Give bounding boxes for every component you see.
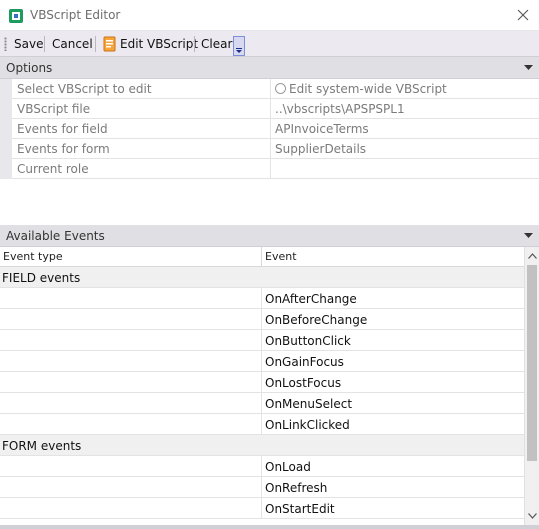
event-type-cell: FIELD events [2,271,81,285]
table-row[interactable]: OnLoad [0,456,524,477]
options-header[interactable]: Options [0,57,539,79]
option-row-select-vbscript: Select VBScript to edit Edit system-wide… [0,79,539,99]
toolbar-overflow-button[interactable] [233,36,245,56]
event-cell: OnBeforeChange [261,309,524,330]
event-cell: OnGainFocus [261,351,524,372]
option-name: Select VBScript to edit [17,82,152,96]
table-row[interactable]: FORM events [0,435,524,456]
row-gutter [0,99,12,119]
toolbar-separator [194,36,195,52]
event-type-cell: FORM events [2,439,82,453]
scroll-down-arrow-icon[interactable] [528,513,537,519]
options-header-label: Options [6,61,53,75]
toolbar-separator [95,36,96,52]
option-row-events-for-field: Events for field APInvoiceTerms [0,119,539,139]
scroll-up-arrow-icon[interactable] [528,253,537,259]
option-name: Current role [17,162,89,176]
chevron-down-icon[interactable] [524,232,533,239]
event-cell: OnLoad [261,456,524,477]
row-gutter [0,79,12,99]
option-row-events-for-form: Events for form SupplierDetails [0,139,539,159]
chevron-down-icon [236,48,242,53]
event-cell: OnButtonClick [261,330,524,351]
row-gutter [0,159,12,179]
chevron-down-icon[interactable] [524,64,533,71]
row-gutter [0,139,12,159]
option-row-vbscript-file: VBScript file ..\vbscripts\APSPSPL1 [0,99,539,119]
events-grid-header: Event type Event [0,247,524,267]
table-row[interactable]: OnLinkClicked [0,414,524,435]
column-divider[interactable] [261,247,262,267]
table-row[interactable]: FIELD events [0,267,524,288]
table-row[interactable]: OnMenuSelect [0,393,524,414]
bottom-edge [0,525,539,529]
table-row[interactable]: OnButtonClick [0,330,524,351]
cancel-button[interactable]: Cancel [52,35,93,53]
option-name: Events for form [17,142,110,156]
table-row[interactable]: OnLostFocus [0,372,524,393]
event-cell: OnAfterChange [261,288,524,309]
toolbar-grip[interactable] [4,37,7,51]
edit-vbscript-button[interactable]: Edit VBScript [120,35,198,53]
row-gutter [0,119,12,139]
events-scrollbar[interactable] [524,247,539,525]
event-cell: OnMenuSelect [261,393,524,414]
available-events-header-label: Available Events [6,229,105,243]
option-name: Events for field [17,122,108,136]
column-header-event[interactable]: Event [265,250,297,263]
table-row[interactable]: OnGainFocus [0,351,524,372]
radio-button[interactable] [275,83,286,94]
option-value[interactable] [270,159,539,179]
option-value: Edit system-wide VBScript [289,82,447,96]
window-title: VBScript Editor [30,8,121,22]
options-grid: Select VBScript to edit Edit system-wide… [0,79,539,179]
option-row-current-role: Current role [0,159,539,179]
event-cell: OnStartEdit [261,498,524,519]
clear-button[interactable]: Clear [201,35,232,53]
option-name: VBScript file [17,102,91,116]
events-grid: FIELD events OnAfterChange OnBeforeChang… [0,267,524,525]
close-icon[interactable] [515,7,531,23]
option-value[interactable]: APInvoiceTerms [270,119,539,139]
toolbar: Save Cancel Edit VBScript Clear [0,31,539,57]
option-value[interactable]: ..\vbscripts\APSPSPL1 [270,99,539,119]
title-bar: VBScript Editor [0,0,539,31]
table-row[interactable]: OnRefresh [0,477,524,498]
table-row[interactable]: OnStartEdit [0,498,524,519]
scrollbar-thumb[interactable] [527,265,537,461]
option-value[interactable]: SupplierDetails [270,139,539,159]
column-header-event-type[interactable]: Event type [3,250,63,263]
toolbar-separator [44,36,45,52]
available-events-header[interactable]: Available Events [0,225,539,247]
event-cell: OnLinkClicked [261,414,524,435]
event-cell: OnLostFocus [261,372,524,393]
event-cell: OnRefresh [261,477,524,498]
edit-script-icon[interactable] [102,36,117,52]
save-button[interactable]: Save [14,35,43,53]
table-row[interactable]: OnAfterChange [0,288,524,309]
table-row[interactable]: OnBeforeChange [0,309,524,330]
vbscript-app-icon [9,9,23,23]
option-value-radio[interactable]: Edit system-wide VBScript [270,79,539,99]
